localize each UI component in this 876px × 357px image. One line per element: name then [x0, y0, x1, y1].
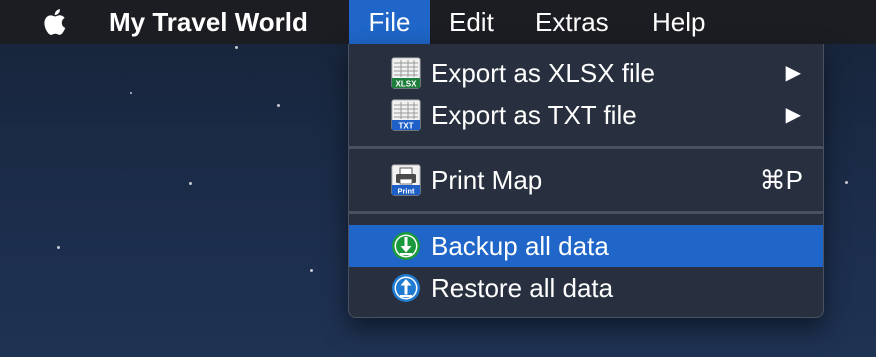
- star: [189, 182, 192, 185]
- menu-item-label: Export as TXT file: [431, 100, 637, 130]
- printer-icon: Print: [391, 164, 421, 196]
- menu-item-export-xlsx[interactable]: XLSX Export as XLSX file ▶: [349, 52, 823, 94]
- star: [310, 269, 313, 272]
- submenu-arrow-icon: ▶: [785, 104, 801, 126]
- upload-icon: [392, 274, 420, 302]
- desktop: My Travel World File Edit Extras Help XL…: [0, 0, 876, 357]
- help-menu-title[interactable]: Help: [634, 0, 723, 44]
- menu-item-label: Print Map: [431, 165, 543, 195]
- menu-item-print-map[interactable]: Print Print Map ⌘P: [349, 159, 823, 201]
- extras-menu-title[interactable]: Extras: [517, 0, 627, 44]
- star: [57, 246, 60, 249]
- star: [130, 92, 132, 94]
- file-menu-title[interactable]: File: [349, 0, 430, 44]
- menu-item-export-txt[interactable]: TXT Export as TXT file ▶: [349, 94, 823, 136]
- shortcut-label: ⌘P: [759, 165, 803, 195]
- star: [845, 181, 848, 184]
- menu-item-label: Export as XLSX file: [431, 58, 655, 88]
- edit-menu-title[interactable]: Edit: [431, 0, 512, 44]
- svg-text:Print: Print: [397, 186, 415, 195]
- submenu-arrow-icon: ▶: [785, 62, 801, 84]
- apple-logo-icon[interactable]: [40, 6, 72, 38]
- txt-file-icon: TXT: [391, 99, 421, 131]
- star: [277, 104, 280, 107]
- menu-bar: My Travel World File Edit Extras Help: [0, 0, 876, 44]
- svg-text:TXT: TXT: [398, 121, 413, 130]
- menu-separator: [349, 146, 823, 149]
- menu-separator: [349, 211, 823, 214]
- svg-text:XLSX: XLSX: [396, 79, 418, 88]
- star: [235, 46, 238, 49]
- menu-item-label: Restore all data: [431, 273, 614, 303]
- app-name-menu[interactable]: My Travel World: [91, 0, 326, 44]
- menu-item-backup-all-data[interactable]: Backup all data: [349, 225, 823, 267]
- menu-item-label: Backup all data: [431, 231, 609, 261]
- xlsx-file-icon: XLSX: [391, 57, 421, 89]
- download-icon: [392, 232, 420, 260]
- menu-item-restore-all-data[interactable]: Restore all data: [349, 267, 823, 309]
- file-dropdown-menu: XLSX Export as XLSX file ▶ TXT Export as…: [348, 44, 824, 318]
